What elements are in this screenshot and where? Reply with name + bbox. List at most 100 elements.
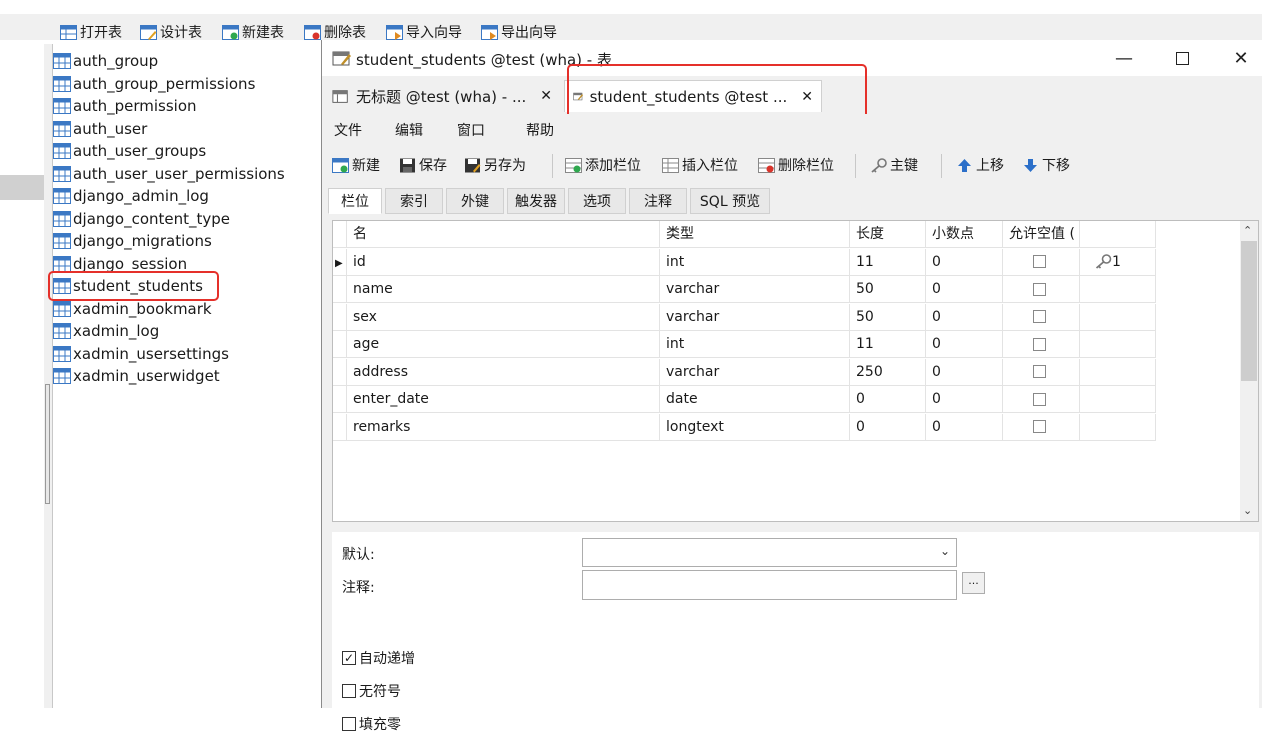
- tab-sql-preview[interactable]: SQL 预览: [690, 188, 770, 214]
- field-decimals-cell[interactable]: 0: [926, 358, 1003, 386]
- checkbox-icon[interactable]: [1033, 337, 1046, 351]
- tab-foreign-keys[interactable]: 外键: [446, 188, 504, 214]
- selected-tree-node[interactable]: [0, 175, 44, 200]
- add-field-button[interactable]: 添加栏位: [565, 154, 641, 176]
- field-decimals-cell[interactable]: 0: [926, 386, 1003, 413]
- field-nullable-cell[interactable]: [1003, 276, 1080, 303]
- column-header-nullable[interactable]: 允许空值 (: [1003, 221, 1080, 248]
- field-length-cell[interactable]: 50: [850, 303, 926, 331]
- zerofill-checkbox[interactable]: 填充零: [342, 714, 401, 734]
- menu-edit[interactable]: 编辑: [395, 120, 423, 140]
- field-nullable-cell[interactable]: [1003, 358, 1080, 386]
- tab-untitled[interactable]: 无标题 @test (wha) - ... ✕: [324, 80, 560, 112]
- tab-comment[interactable]: 注释: [629, 188, 687, 214]
- field-nullable-cell[interactable]: [1003, 303, 1080, 331]
- save-button[interactable]: 保存: [399, 154, 447, 176]
- column-header-length[interactable]: 长度: [850, 221, 926, 248]
- new-button[interactable]: 新建: [332, 154, 380, 176]
- maximize-button[interactable]: [1168, 48, 1196, 68]
- field-length-cell[interactable]: 11: [850, 331, 926, 358]
- fields-grid[interactable]: ⌃ ⌄ 名类型 长度 小数点 允许空值 (▶ id int 11 0 1 name varchar 5…: [332, 220, 1259, 522]
- primary-key-button[interactable]: 主键: [870, 154, 918, 176]
- field-key-cell[interactable]: [1080, 413, 1156, 441]
- tab-close-icon[interactable]: ✕: [540, 88, 552, 104]
- field-nullable-cell[interactable]: [1003, 331, 1080, 358]
- field-length-cell[interactable]: 0: [850, 413, 926, 441]
- row-indicator[interactable]: [333, 386, 347, 413]
- field-type-cell[interactable]: varchar: [660, 358, 850, 386]
- table-list-item[interactable]: django_content_type: [53, 208, 230, 230]
- scroll-down-icon[interactable]: ⌄: [1243, 504, 1252, 517]
- table-list-item[interactable]: auth_user: [53, 118, 147, 140]
- field-nullable-cell[interactable]: [1003, 413, 1080, 441]
- checkbox-icon[interactable]: [1033, 392, 1046, 406]
- field-key-cell[interactable]: 1: [1080, 248, 1156, 276]
- menu-file[interactable]: 文件: [334, 120, 362, 140]
- table-list-item[interactable]: django_admin_log: [53, 185, 209, 207]
- unsigned-checkbox[interactable]: 无符号: [342, 681, 401, 701]
- field-length-cell[interactable]: 50: [850, 276, 926, 303]
- checkbox-icon[interactable]: [1033, 310, 1046, 323]
- row-indicator[interactable]: [333, 358, 347, 386]
- column-header-key[interactable]: [1080, 221, 1156, 248]
- column-header-type[interactable]: 类型: [660, 221, 850, 248]
- checkbox-icon[interactable]: [1033, 365, 1046, 378]
- table-list-item[interactable]: django_migrations: [53, 230, 212, 252]
- field-name-cell[interactable]: name: [347, 276, 660, 303]
- field-decimals-cell[interactable]: 0: [926, 248, 1003, 276]
- delete-field-button[interactable]: 删除栏位: [758, 154, 834, 176]
- table-list-item[interactable]: auth_user_groups: [53, 140, 206, 162]
- table-list-item[interactable]: xadmin_userwidget: [53, 365, 220, 387]
- move-down-button[interactable]: 下移: [1022, 154, 1070, 176]
- field-key-cell[interactable]: [1080, 331, 1156, 358]
- scroll-up-icon[interactable]: ⌃: [1243, 224, 1252, 237]
- field-length-cell[interactable]: 0: [850, 386, 926, 413]
- column-header-name[interactable]: 名: [347, 221, 660, 248]
- field-decimals-cell[interactable]: 0: [926, 413, 1003, 441]
- field-type-cell[interactable]: date: [660, 386, 850, 413]
- menu-window[interactable]: 窗口: [457, 120, 485, 140]
- row-indicator[interactable]: [333, 276, 347, 303]
- comment-input[interactable]: [582, 570, 957, 600]
- design-table-button[interactable]: 设计表: [140, 21, 202, 43]
- menu-help[interactable]: 帮助: [526, 120, 554, 140]
- checkbox-icon[interactable]: [1033, 255, 1046, 268]
- field-key-cell[interactable]: [1080, 358, 1156, 386]
- tab-options[interactable]: 选项: [568, 188, 626, 214]
- row-indicator-header[interactable]: [333, 221, 347, 248]
- field-key-cell[interactable]: [1080, 303, 1156, 331]
- field-length-cell[interactable]: 250: [850, 358, 926, 386]
- pane-splitter[interactable]: [44, 44, 53, 708]
- auto-increment-checkbox[interactable]: ✓ 自动递增: [342, 648, 415, 668]
- field-nullable-cell[interactable]: [1003, 248, 1080, 276]
- column-header-decimals[interactable]: 小数点: [926, 221, 1003, 248]
- field-key-cell[interactable]: [1080, 276, 1156, 303]
- field-nullable-cell[interactable]: [1003, 386, 1080, 413]
- field-type-cell[interactable]: varchar: [660, 276, 850, 303]
- open-table-button[interactable]: 打开表: [60, 21, 122, 43]
- new-table-button[interactable]: 新建表: [222, 21, 284, 43]
- comment-browse-button[interactable]: ...: [962, 572, 985, 594]
- checkbox-icon[interactable]: [1033, 282, 1046, 296]
- minimize-button[interactable]: —: [1110, 48, 1138, 69]
- scrollbar-thumb[interactable]: [1241, 241, 1257, 381]
- close-window-button[interactable]: ✕: [1227, 48, 1255, 69]
- field-name-cell[interactable]: remarks: [347, 413, 660, 441]
- field-length-cell[interactable]: 11: [850, 248, 926, 276]
- table-list-item[interactable]: xadmin_usersettings: [53, 343, 229, 365]
- field-name-cell[interactable]: id: [347, 248, 660, 276]
- splitter-handle[interactable]: [45, 384, 50, 504]
- table-list-item[interactable]: auth_permission: [53, 95, 197, 117]
- field-name-cell[interactable]: sex: [347, 303, 660, 331]
- field-key-cell[interactable]: [1080, 386, 1156, 413]
- default-select[interactable]: ⌄: [582, 538, 957, 567]
- field-name-cell[interactable]: enter_date: [347, 386, 660, 413]
- connection-tree-pane[interactable]: [0, 44, 45, 708]
- checkbox-icon[interactable]: [1033, 420, 1046, 433]
- field-decimals-cell[interactable]: 0: [926, 331, 1003, 358]
- field-type-cell[interactable]: int: [660, 331, 850, 358]
- table-list-item[interactable]: auth_group: [53, 50, 158, 72]
- field-type-cell[interactable]: longtext: [660, 413, 850, 441]
- field-name-cell[interactable]: address: [347, 358, 660, 386]
- row-indicator[interactable]: [333, 331, 347, 358]
